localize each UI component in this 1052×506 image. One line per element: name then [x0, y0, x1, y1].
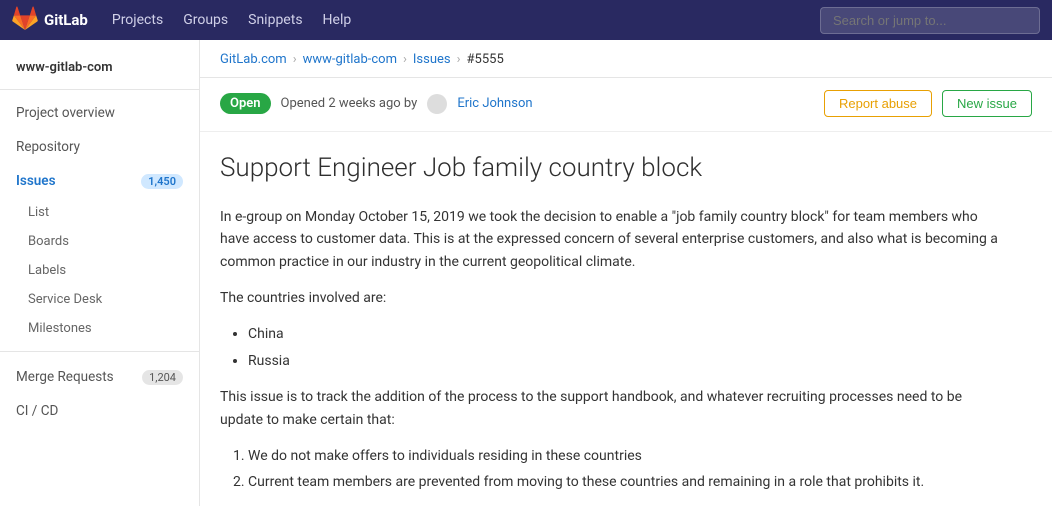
issue-paragraph-1: In e-group on Monday October 15, 2019 we…	[220, 206, 1000, 273]
issue-status-badge: Open	[220, 93, 271, 114]
top-navigation: GitLab Projects Groups Snippets Help	[0, 0, 1052, 40]
avatar	[427, 94, 447, 114]
new-issue-button[interactable]: New issue	[942, 90, 1032, 117]
breadcrumb-sep-1: ›	[293, 52, 297, 67]
gitlab-logo[interactable]: GitLab	[12, 5, 88, 35]
country-item-1: China	[248, 323, 1000, 345]
bullet-item-1: We do not make offers to individuals res…	[248, 445, 1000, 467]
breadcrumb-issues[interactable]: Issues	[413, 52, 451, 67]
issues-badge: 1,450	[141, 174, 183, 189]
sidebar-item-labels[interactable]: Labels	[0, 256, 199, 285]
breadcrumb-sep-2: ›	[403, 52, 407, 67]
sidebar-label-ci-cd: CI / CD	[16, 403, 58, 419]
sidebar: www-gitlab-com Project overview Reposito…	[0, 40, 200, 506]
breadcrumb-gitlab[interactable]: GitLab.com	[220, 52, 287, 67]
gitlab-wordmark: GitLab	[44, 11, 88, 29]
page-layout: www-gitlab-com Project overview Reposito…	[0, 40, 1052, 506]
issue-author[interactable]: Eric Johnson	[457, 96, 532, 111]
sidebar-label-project-overview: Project overview	[16, 105, 115, 121]
main-content: GitLab.com › www-gitlab-com › Issues › #…	[200, 40, 1052, 506]
issue-header: Open Opened 2 weeks ago by Eric Johnson …	[200, 78, 1052, 132]
breadcrumb-current: #5555	[467, 52, 504, 67]
nav-links: Projects Groups Snippets Help	[104, 8, 359, 32]
breadcrumb: GitLab.com › www-gitlab-com › Issues › #…	[200, 40, 1052, 78]
sidebar-label-merge-requests: Merge Requests	[16, 369, 114, 385]
sidebar-label-repository: Repository	[16, 139, 80, 155]
header-actions: Report abuse New issue	[824, 90, 1032, 117]
sidebar-label-issues: Issues	[16, 173, 56, 189]
sidebar-item-milestones[interactable]: Milestones	[0, 314, 199, 343]
issue-title: Support Engineer Job family country bloc…	[220, 152, 1000, 186]
issue-paragraph-2: The countries involved are:	[220, 287, 1000, 309]
issue-bullets-list: We do not make offers to individuals res…	[220, 445, 1000, 494]
nav-projects[interactable]: Projects	[104, 8, 171, 32]
sidebar-item-merge-requests[interactable]: Merge Requests 1,204	[0, 360, 199, 394]
breadcrumb-sep-3: ›	[457, 52, 461, 67]
sidebar-item-project-overview[interactable]: Project overview	[0, 96, 199, 130]
issue-body: Support Engineer Job family country bloc…	[200, 132, 1020, 506]
opened-text: Opened 2 weeks ago by	[281, 96, 418, 111]
nav-help[interactable]: Help	[315, 8, 360, 32]
breadcrumb-project[interactable]: www-gitlab-com	[303, 52, 397, 67]
issue-meta: Open Opened 2 weeks ago by Eric Johnson	[220, 93, 533, 114]
report-abuse-button[interactable]: Report abuse	[824, 90, 932, 117]
search-input[interactable]	[820, 7, 1040, 34]
sidebar-project-name: www-gitlab-com	[0, 50, 199, 90]
sidebar-item-boards[interactable]: Boards	[0, 227, 199, 256]
issue-paragraph-3: This issue is to track the addition of t…	[220, 386, 1000, 431]
sidebar-item-ci-cd[interactable]: CI / CD	[0, 394, 199, 428]
sidebar-item-issues[interactable]: Issues 1,450	[0, 164, 199, 198]
merge-requests-badge: 1,204	[142, 370, 183, 385]
sidebar-divider	[0, 351, 199, 352]
bullet-item-2: Current team members are prevented from …	[248, 471, 1000, 493]
sidebar-item-repository[interactable]: Repository	[0, 130, 199, 164]
sidebar-item-list[interactable]: List	[0, 198, 199, 227]
country-item-2: Russia	[248, 350, 1000, 372]
nav-groups[interactable]: Groups	[175, 8, 236, 32]
issue-countries-list: China Russia	[220, 323, 1000, 372]
gitlab-fox-icon	[12, 5, 38, 35]
sidebar-item-service-desk[interactable]: Service Desk	[0, 285, 199, 314]
nav-snippets[interactable]: Snippets	[240, 8, 310, 32]
